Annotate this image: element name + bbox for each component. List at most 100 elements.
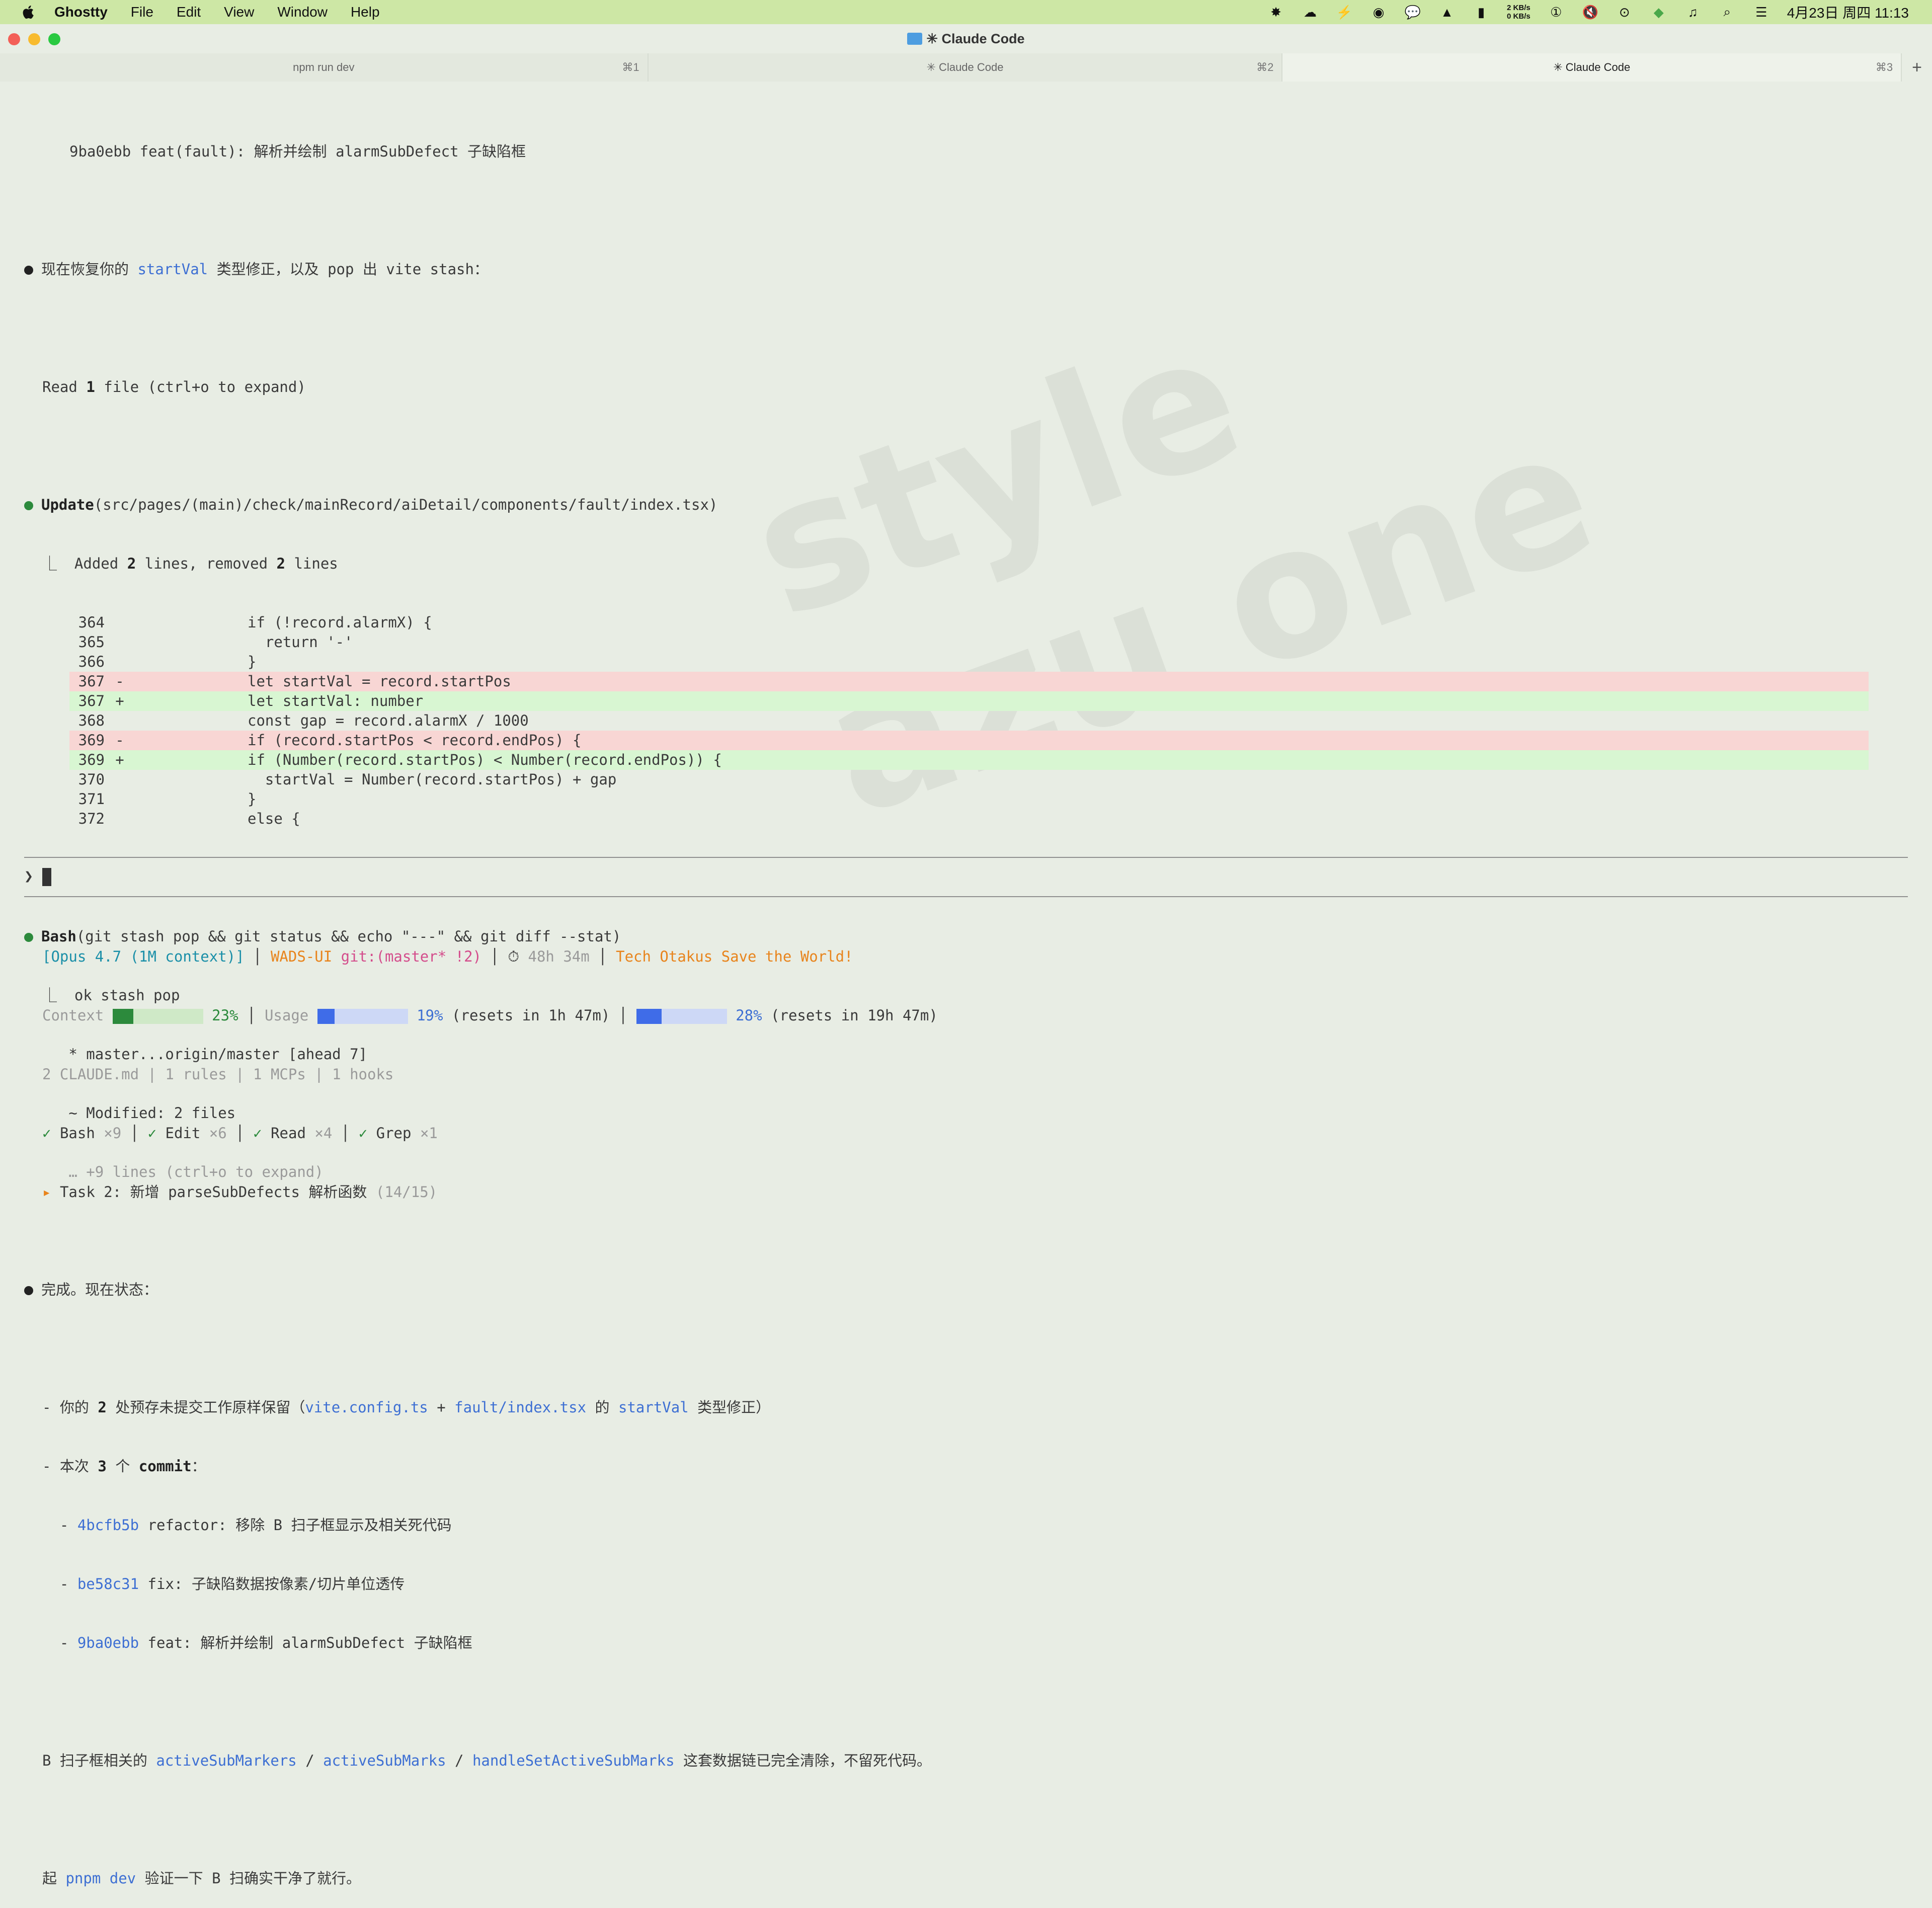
- control-center-icon[interactable]: ☰: [1753, 4, 1770, 21]
- diff-marker: -: [115, 673, 124, 690]
- menu-view[interactable]: View: [224, 4, 254, 20]
- commit-line: - 4bcfb5b refactor: 移除 B 扫子框显示及相关死代码: [42, 1517, 452, 1534]
- bullet-icon: [24, 1286, 33, 1295]
- usage-bar-fill: [317, 1009, 335, 1024]
- read-line: Read 1 file (ctrl+o to expand): [42, 378, 306, 395]
- diff-line-number: 372: [78, 810, 105, 827]
- update-summary: ⎿ Added 2 lines, removed 2 lines: [42, 555, 338, 572]
- message-line: 现在恢复你的 startVal 类型修正，以及 pop 出 vite stash…: [24, 260, 1896, 279]
- diff-marker: [105, 711, 135, 731]
- prompt-input[interactable]: ❯: [24, 867, 52, 886]
- diff-code: if (!record.alarmX) {: [248, 614, 432, 631]
- menubar: Ghostty File Edit View Window Help ✸ ☁ ⚡…: [0, 0, 1932, 24]
- summary-line: - 本次 3 个 commit：: [42, 1458, 206, 1475]
- datetime[interactable]: 4月23日 周四 11:13: [1787, 2, 1909, 22]
- diff-line-number: 371: [78, 790, 105, 808]
- diff-line: 372 else {: [69, 809, 1869, 829]
- tab-label: ✳ Claude Code: [926, 61, 1004, 73]
- bullet-icon: [24, 501, 33, 510]
- diff-code: else {: [248, 810, 300, 827]
- close-window-button[interactable]: [8, 33, 20, 45]
- check-icon: ✓: [358, 1125, 368, 1142]
- diff-marker: [105, 613, 135, 632]
- diff-line: 371 }: [69, 789, 1869, 809]
- diff-line-number: 369: [78, 751, 105, 768]
- diff-line-number: 367: [78, 692, 105, 709]
- slogan: Tech Otakus Save the World!: [616, 948, 853, 965]
- app-name-menu[interactable]: Ghostty: [54, 4, 108, 20]
- diff-marker: +: [115, 692, 124, 709]
- menu-edit[interactable]: Edit: [177, 4, 201, 20]
- diff-line: 370 startVal = Number(record.startPos) +…: [69, 770, 1869, 789]
- diff-line-number: 366: [78, 653, 105, 670]
- context-bar: [112, 1009, 203, 1024]
- zoom-window-button[interactable]: [48, 33, 60, 45]
- diff-line: 367- let startVal = record.startPos: [69, 672, 1869, 691]
- tab-3[interactable]: ✳ Claude Code ⌘3: [1282, 53, 1902, 82]
- diff-marker: [105, 809, 135, 829]
- diff-line: 369- if (record.startPos < record.endPos)…: [69, 731, 1869, 750]
- tab-shortcut: ⌘2: [1256, 61, 1274, 73]
- config-info: 2 CLAUDE.md | 1 rules | 1 MCPs | 1 hooks: [42, 1066, 394, 1083]
- diff-line-number: 364: [78, 614, 105, 631]
- menu-window[interactable]: Window: [277, 4, 328, 20]
- diff-line-number: 365: [78, 633, 105, 651]
- search-icon[interactable]: ⌕: [1719, 4, 1736, 21]
- context-bar-fill: [112, 1009, 134, 1024]
- folder-icon: [907, 33, 923, 45]
- tab-2[interactable]: ✳ Claude Code ⌘2: [648, 53, 1283, 82]
- git-branch: git:(master* !2): [341, 948, 482, 965]
- model-label: [Opus 4.7 (1M context)]: [42, 948, 245, 965]
- diff-line-number: 369: [78, 732, 105, 749]
- diff-line: 367 + let startVal: number: [69, 691, 1869, 711]
- context-percent: 23%: [212, 1007, 238, 1024]
- tools-summary: ✓ Bash ×9 │ ✓ Edit ×6 │ ✓ Read ×4 │ ✓ Gr…: [42, 1125, 438, 1142]
- wifi-icon[interactable]: ◆: [1650, 4, 1667, 21]
- cloud-icon[interactable]: ☁: [1302, 4, 1319, 21]
- check-icon: ✓: [42, 1125, 51, 1142]
- network-speed[interactable]: 2 KB/s 0 KB/s: [1507, 4, 1531, 21]
- usage-reset: (resets in 1h 47m): [452, 1007, 610, 1024]
- record-icon[interactable]: ⊙: [1616, 4, 1633, 21]
- tab-shortcut: ⌘3: [1875, 61, 1893, 73]
- diff-marker: +: [115, 751, 124, 768]
- diff-code: let startVal: number: [248, 692, 424, 709]
- diff-marker: [105, 632, 135, 652]
- music-icon[interactable]: ♫: [1684, 4, 1702, 21]
- robot-icon[interactable]: ◉: [1370, 4, 1387, 21]
- tab-label: npm run dev: [293, 61, 355, 73]
- chat-icon[interactable]: 💬: [1404, 4, 1421, 21]
- menu-help[interactable]: Help: [351, 4, 380, 20]
- project-name: WADS-UI: [270, 948, 333, 965]
- usage-bar: [317, 1009, 408, 1024]
- bullet-icon: [24, 933, 33, 942]
- diff-line-number: 370: [78, 771, 105, 788]
- mute-icon[interactable]: 🔇: [1582, 4, 1599, 21]
- password-icon[interactable]: ①: [1548, 4, 1565, 21]
- apple-icon[interactable]: [20, 4, 37, 21]
- usage2-percent: 28%: [736, 1007, 762, 1024]
- diff-line: 369 + if (Number(record.startPos) < Number…: [69, 750, 1869, 770]
- tab-1[interactable]: npm run dev ⌘1: [0, 53, 649, 82]
- usage2-bar-fill: [636, 1009, 662, 1024]
- diff-code: startVal = Number(record.startPos) + gap: [248, 771, 617, 788]
- commit-line: - be58c31 fix: 子缺陷数据按像素/切片单位透传: [42, 1575, 405, 1593]
- input-bottom-divider: [24, 896, 1908, 897]
- new-tab-button[interactable]: +: [1902, 53, 1932, 82]
- message-line: B 扫子框相关的 activeSubMarkers / activeSubMar…: [42, 1752, 932, 1769]
- text-cursor: [42, 867, 52, 886]
- diff-line: 364 if (!record.alarmX) {: [69, 613, 1869, 632]
- menu-file[interactable]: File: [131, 4, 153, 20]
- diff-marker: [105, 789, 135, 809]
- diff-marker: [105, 652, 135, 672]
- diff-line: 368 const gap = record.alarmX / 1000: [69, 711, 1869, 731]
- bolt-icon[interactable]: ⚡: [1336, 4, 1353, 21]
- diff-code: let startVal = record.startPos: [248, 673, 511, 690]
- check-icon: ✓: [147, 1125, 157, 1142]
- chart-icon[interactable]: ▮: [1473, 4, 1490, 21]
- context-label: Context: [42, 1007, 104, 1024]
- minimize-window-button[interactable]: [28, 33, 40, 45]
- drive-icon[interactable]: ▲: [1438, 4, 1456, 21]
- claude-icon[interactable]: ✸: [1267, 4, 1284, 21]
- usage-percent: 19%: [417, 1007, 443, 1024]
